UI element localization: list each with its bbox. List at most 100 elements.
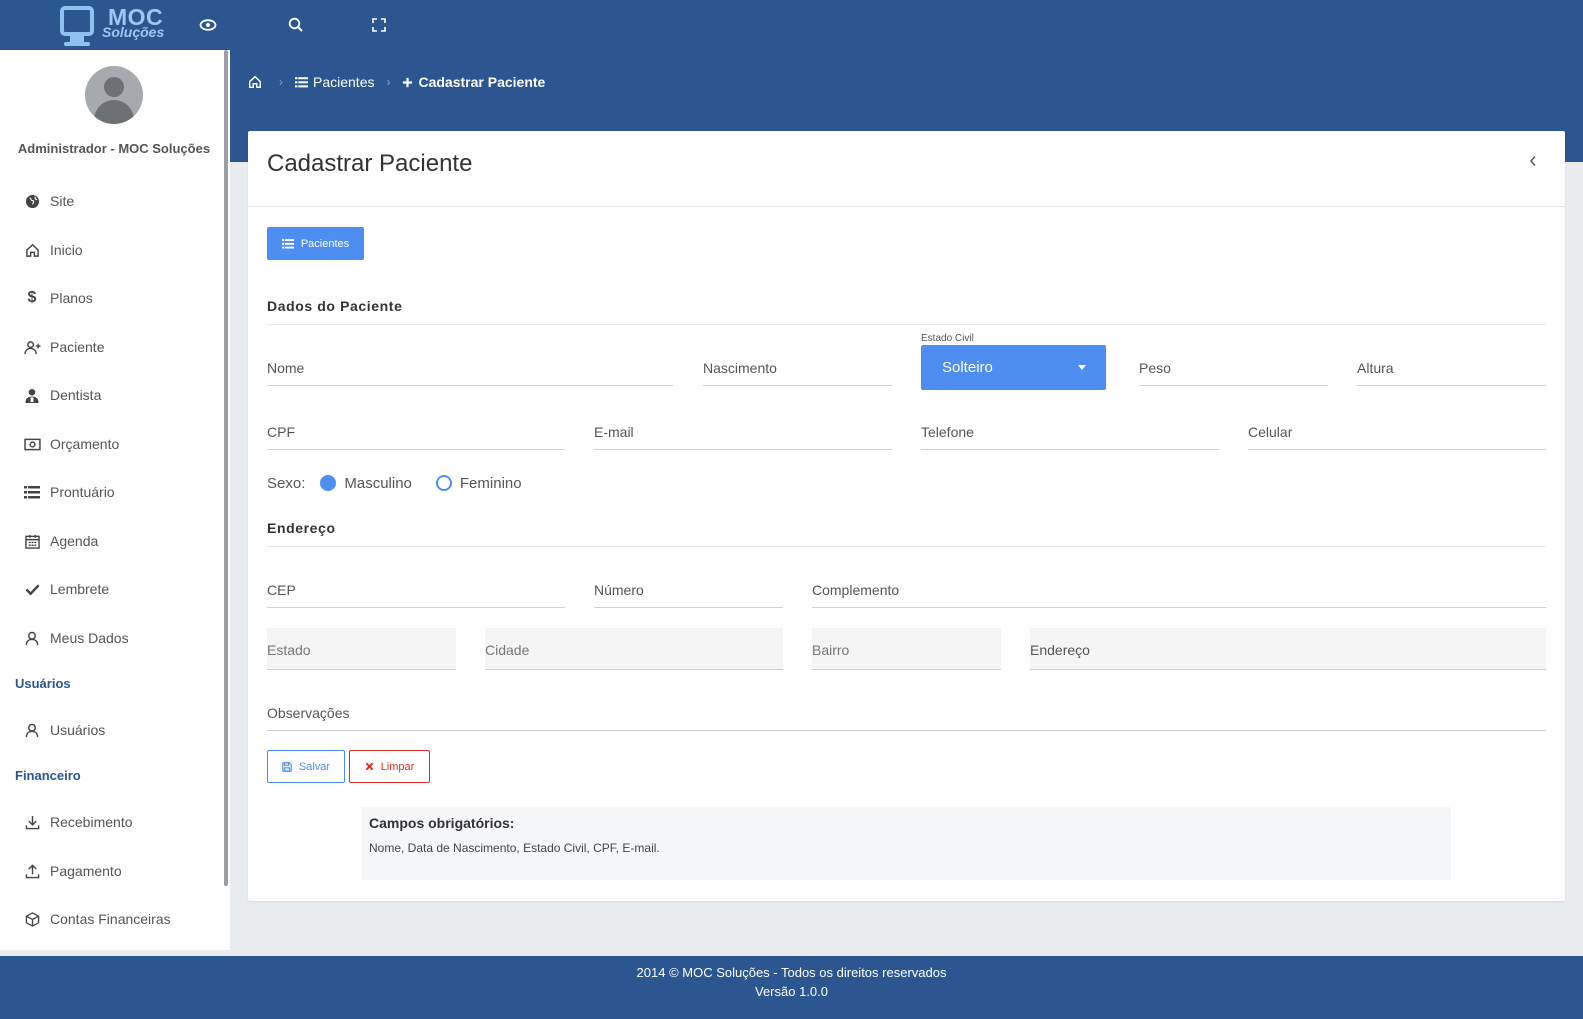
user-icon <box>23 629 41 647</box>
field-label: Observações <box>267 705 350 721</box>
radio-label: Masculino <box>344 474 412 492</box>
required-fields-notice: Campos obrigatórios: Nome, Data de Nasci… <box>362 807 1451 880</box>
clear-button[interactable]: Limpar <box>349 750 430 783</box>
notice-title: Campos obrigatórios: <box>369 815 515 831</box>
field-label: CPF <box>267 424 295 440</box>
nascimento-field[interactable]: Nascimento <box>703 352 892 386</box>
sidebar-item-label: Agenda <box>50 533 99 549</box>
chevron-right-icon: › <box>279 75 283 89</box>
pacientes-button[interactable]: Pacientes <box>267 227 364 260</box>
endereco-field[interactable]: Endereço <box>1030 628 1546 670</box>
list-icon <box>281 238 294 249</box>
email-field[interactable]: E-mail <box>594 416 892 450</box>
field-label: Nome <box>267 360 305 376</box>
complemento-field[interactable]: Complemento <box>812 574 1546 608</box>
sidebar-item-inicio[interactable]: Inicio <box>0 230 226 270</box>
estado-civil-label: Estado Civil <box>921 333 974 344</box>
sidebar-item-dentista[interactable]: Dentista <box>0 375 226 415</box>
breadcrumb-pacientes[interactable]: Pacientes <box>295 74 374 90</box>
field-label: Endereço <box>1030 642 1090 658</box>
radio-feminino[interactable]: Feminino <box>435 474 522 492</box>
radio-unchecked-icon <box>435 475 452 491</box>
breadcrumb-label: Pacientes <box>313 74 375 90</box>
breadcrumb: › Pacientes › Cadastrar Paciente <box>248 72 545 92</box>
user-plus-icon <box>23 338 41 356</box>
globe-icon <box>23 192 41 210</box>
button-label: Pacientes <box>300 237 350 250</box>
home-icon <box>248 75 262 89</box>
sidebar-section-financeiro: Financeiro <box>15 768 81 783</box>
search-icon[interactable] <box>283 12 309 38</box>
field-label: Peso <box>1139 360 1171 376</box>
sidebar-item-label: Inicio <box>50 242 83 258</box>
fullscreen-icon[interactable] <box>366 12 392 38</box>
sexo-group: Sexo: Masculino Feminino <box>267 473 522 493</box>
peso-field[interactable]: Peso <box>1139 352 1328 386</box>
plus-icon <box>402 77 413 88</box>
section-divider <box>267 324 1546 325</box>
sidebar-item-agenda[interactable]: Agenda <box>0 521 226 561</box>
save-button[interactable]: Salvar <box>267 750 345 783</box>
numero-field[interactable]: Número <box>594 574 783 608</box>
celular-field[interactable]: Celular <box>1248 416 1546 450</box>
sidebar: Administrador - MOC Soluções Site Inicio… <box>0 50 230 950</box>
sidebar-item-lembrete[interactable]: Lembrete <box>0 569 226 609</box>
sidebar-item-label: Recebimento <box>50 814 133 830</box>
footer: 2014 © MOC Soluções - Todos os direitos … <box>0 956 1583 1019</box>
telefone-field[interactable]: Telefone <box>921 416 1219 450</box>
check-icon <box>23 580 41 598</box>
logo-base <box>64 42 90 46</box>
page-title: Cadastrar Paciente <box>267 150 473 177</box>
top-navbar: MOC Soluções <box>0 0 1583 50</box>
chevron-left-icon[interactable] <box>1526 153 1540 169</box>
chevron-right-icon: › <box>386 75 391 89</box>
download-icon <box>23 813 41 831</box>
altura-field[interactable]: Altura <box>1357 352 1546 386</box>
brand-sub: Soluções <box>102 24 165 40</box>
avatar[interactable] <box>85 66 143 124</box>
select-value: Solteiro <box>942 359 993 376</box>
cpf-field[interactable]: CPF <box>267 416 565 450</box>
sidebar-item-label: Dentista <box>50 387 102 403</box>
sidebar-item-recebimento[interactable]: Recebimento <box>0 802 226 842</box>
cidade-field[interactable]: Cidade <box>485 628 783 670</box>
sidebar-item-planos[interactable]: $ Planos <box>0 278 226 318</box>
radio-masculino[interactable]: Masculino <box>320 475 412 492</box>
nome-field[interactable]: Nome <box>267 352 673 386</box>
monitor-logo-icon <box>60 6 94 36</box>
card-divider <box>248 206 1565 207</box>
sidebar-item-contas-financeiras[interactable]: Contas Financeiras <box>0 899 226 939</box>
breadcrumb-label: Cadastrar Paciente <box>418 74 546 90</box>
eye-icon[interactable] <box>195 12 221 38</box>
sidebar-item-paciente[interactable]: Paciente <box>0 327 226 367</box>
sidebar-item-meus-dados[interactable]: Meus Dados <box>0 618 226 658</box>
button-label: Salvar <box>298 760 331 773</box>
notice-text: Nome, Data de Nascimento, Estado Civil, … <box>369 841 660 855</box>
brand-logo[interactable]: MOC Soluções <box>58 2 176 48</box>
sidebar-item-usuarios[interactable]: Usuários <box>0 710 226 750</box>
field-label: Cidade <box>485 642 530 658</box>
sidebar-scrollbar[interactable] <box>224 50 228 886</box>
sidebar-item-label: Contas Financeiras <box>50 911 171 927</box>
sidebar-item-prontuario[interactable]: Prontuário <box>0 472 226 512</box>
sidebar-item-pagamento[interactable]: Pagamento <box>0 851 226 891</box>
sidebar-item-orcamento[interactable]: Orçamento <box>0 424 226 464</box>
footer-copyright: 2014 © MOC Soluções - Todos os direitos … <box>636 965 947 980</box>
form-card: Cadastrar Paciente <box>248 131 1565 901</box>
bairro-field[interactable]: Bairro <box>812 628 1001 670</box>
box-icon <box>23 910 41 928</box>
floppy-disk-icon <box>282 761 292 772</box>
sidebar-item-label: Usuários <box>50 722 106 738</box>
sidebar-item-site[interactable]: Site <box>0 181 226 221</box>
estado-field[interactable]: Estado <box>267 628 456 670</box>
caret-down-icon <box>1078 365 1086 370</box>
estado-civil-select[interactable]: Solteiro <box>921 345 1106 390</box>
radio-label: Feminino <box>459 474 522 492</box>
close-icon <box>365 762 374 771</box>
cep-field[interactable]: CEP <box>267 574 565 608</box>
home-icon <box>23 241 41 259</box>
list-icon <box>23 483 41 501</box>
breadcrumb-home[interactable] <box>248 75 267 89</box>
observacoes-field[interactable]: Observações <box>267 697 1546 731</box>
button-label: Limpar <box>380 760 415 773</box>
